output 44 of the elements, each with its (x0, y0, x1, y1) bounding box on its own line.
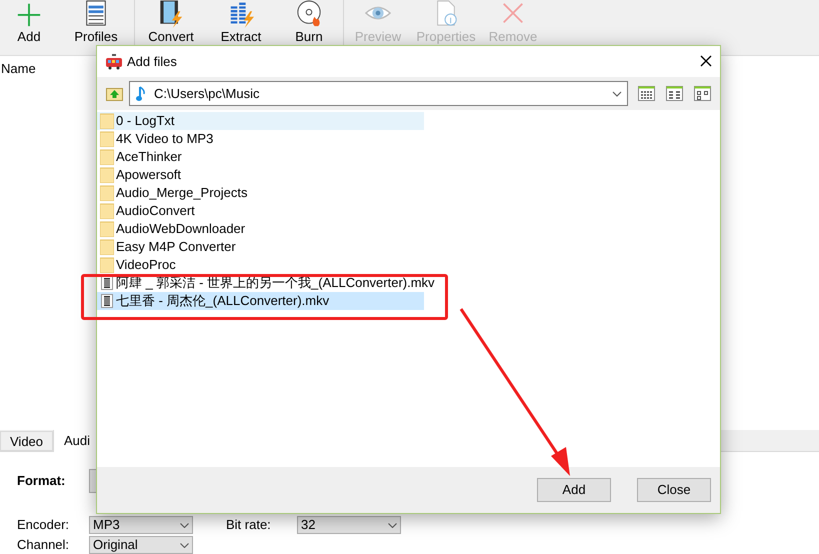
file-list-item[interactable]: 七里香 - 周杰伦_(ALLConverter).mkv (97, 292, 424, 310)
toolbar-button[interactable]: Extract (207, 0, 275, 50)
extract-icon (228, 0, 254, 28)
field-label: Format: (17, 472, 66, 490)
toolbar-button[interactable]: Add (0, 0, 58, 50)
caret-icon (180, 542, 189, 548)
folder-icon (100, 131, 114, 147)
field-label: Channel: (17, 536, 70, 554)
film-file-icon (101, 276, 113, 290)
details-view-icon[interactable] (638, 86, 655, 101)
folder-icon (100, 185, 114, 201)
folder-icon (100, 113, 114, 129)
convert-icon (158, 0, 184, 28)
column-header[interactable]: Name (0, 59, 36, 79)
toolbar-button[interactable]: Burn (275, 0, 343, 50)
caret-icon (180, 522, 189, 528)
dialog-button[interactable]: Add (537, 478, 611, 502)
field-label: Encoder: (17, 516, 70, 534)
tram-icon (105, 54, 123, 70)
dropdown[interactable]: Original (89, 536, 193, 554)
folder-icon (100, 221, 114, 237)
folder-icon (100, 149, 114, 165)
dialog-button[interactable]: Close (637, 478, 711, 502)
caret-icon (388, 522, 397, 528)
dropdown[interactable]: 32 (297, 516, 401, 534)
close-icon[interactable] (700, 55, 712, 67)
folder-icon (100, 239, 114, 255)
folder-icon (100, 257, 114, 273)
burn-icon (296, 0, 322, 28)
film-file-icon (101, 294, 113, 308)
folder-up-icon[interactable] (106, 86, 123, 101)
icons-view-icon[interactable] (694, 86, 711, 101)
file-list-item[interactable]: 0 - LogTxt (97, 112, 424, 130)
dropdown[interactable]: MP3 (89, 516, 193, 534)
dialog-title: Add files (127, 52, 177, 71)
tab[interactable]: Video (0, 431, 54, 451)
dropdown-caret-icon[interactable] (612, 90, 622, 96)
field-label: Bit rate: (226, 516, 271, 534)
path-combobox[interactable]: C:\Users\pc\Music (129, 81, 628, 106)
folder-icon (100, 167, 114, 183)
folder-icon (100, 203, 114, 219)
list-view-icon[interactable] (666, 86, 683, 101)
music-note-icon (136, 86, 146, 102)
path-text: C:\Users\pc\Music (154, 84, 260, 103)
